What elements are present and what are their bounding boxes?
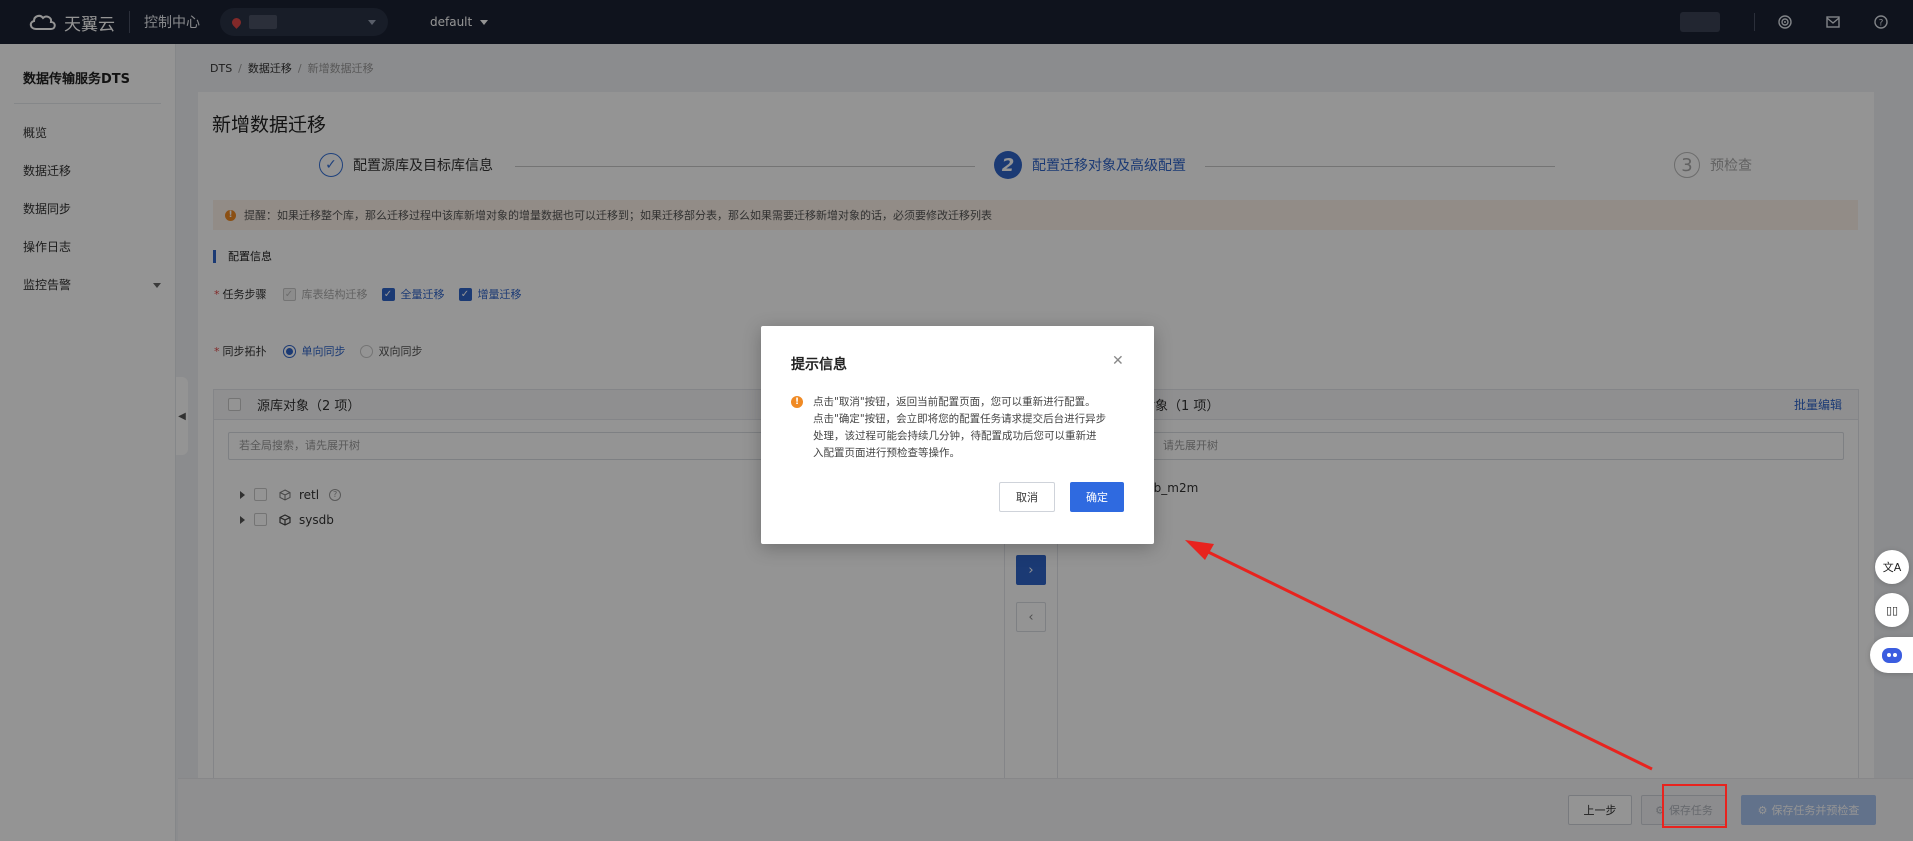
dialog-title: 提示信息 bbox=[791, 357, 847, 373]
docs-tool-button[interactable]: ▯▯ bbox=[1875, 593, 1909, 627]
robot-icon bbox=[1881, 648, 1902, 663]
cancel-button[interactable]: 取消 bbox=[999, 482, 1055, 512]
confirm-dialog: 提示信息 ✕ ! 点击"取消"按钮，返回当前配置页面，您可以重新进行配置。 点击… bbox=[761, 326, 1154, 544]
dialog-line: 点击"取消"按钮，返回当前配置页面，您可以重新进行配置。 bbox=[813, 396, 1096, 408]
dialog-line: 入配置页面进行预检查等操作。 bbox=[813, 447, 960, 459]
warning-icon: ! bbox=[791, 396, 803, 408]
dialog-line: 处理，该过程可能会持续几分钟，待配置成功后您可以重新进 bbox=[813, 430, 1097, 442]
annotation-highlight-box bbox=[1662, 784, 1727, 828]
confirm-button[interactable]: 确定 bbox=[1070, 482, 1124, 512]
translate-tool-button[interactable]: 文A bbox=[1875, 550, 1909, 584]
dialog-body: ! 点击"取消"按钮，返回当前配置页面，您可以重新进行配置。 点击"确定"按钮，… bbox=[791, 394, 1126, 462]
dialog-message: 点击"取消"按钮，返回当前配置页面，您可以重新进行配置。 点击"确定"按钮，会立… bbox=[813, 394, 1106, 462]
book-icon: ▯▯ bbox=[1885, 603, 1899, 617]
translate-icon: 文A bbox=[1882, 561, 1902, 574]
close-icon[interactable]: ✕ bbox=[1112, 354, 1124, 368]
assistant-bot-button[interactable] bbox=[1870, 637, 1913, 673]
dialog-line: 点击"确定"按钮，会立即将您的配置任务请求提交后台进行异步 bbox=[813, 413, 1107, 425]
